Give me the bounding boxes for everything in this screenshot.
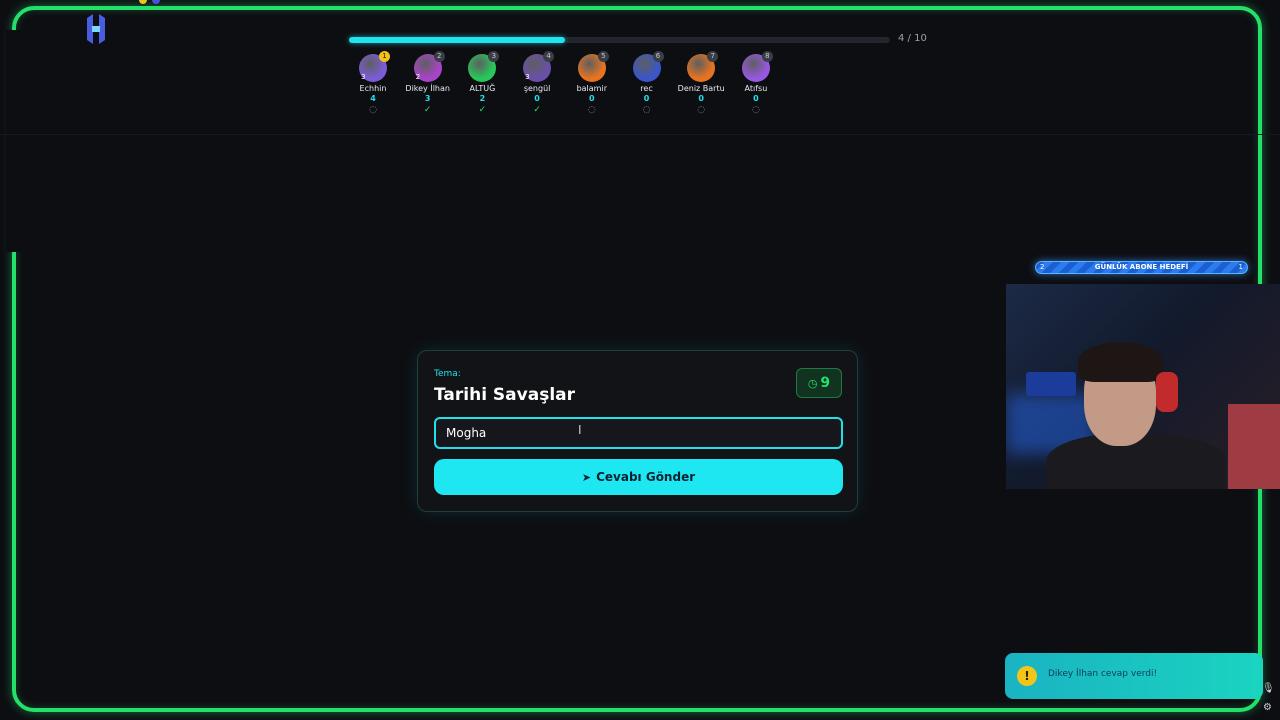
- notification-toast: ! Dikey İlhan cevap verdi!: [1005, 653, 1263, 699]
- rank-badge: 8: [761, 51, 773, 62]
- player-name: ALTUĞ: [469, 84, 496, 93]
- player-avatar: 43: [523, 51, 555, 82]
- goal-target: 1: [1238, 263, 1243, 271]
- player-score: 2: [479, 94, 486, 103]
- microphone-icon[interactable]: 🎙: [1262, 683, 1275, 694]
- player-score: 3: [424, 94, 431, 103]
- webcam-sign: [1026, 372, 1076, 396]
- player-list: 1 3 Echhin 4 ◌ 2 2 Dikey İlhan 3 ✓ 3 ALTUĞ 2 ✓ 4 3 şengü…: [345, 51, 785, 124]
- player-avatar: 8: [741, 51, 773, 82]
- player-avatar: 5: [577, 51, 609, 82]
- text-cursor-icon: I: [578, 423, 582, 437]
- rank-badge: 3: [488, 51, 500, 62]
- player-avatar: 3: [468, 51, 500, 82]
- player-score: 4: [370, 94, 376, 103]
- answer-input[interactable]: [434, 417, 843, 449]
- clock-icon: ◷: [807, 377, 818, 390]
- player-name: Deniz Bartu: [677, 84, 725, 93]
- loading-icon: ◌: [697, 105, 706, 115]
- submit-answer-button[interactable]: ➤ Cevabı Gönder: [434, 459, 843, 495]
- goal-label: GÜNLÜK ABONE HEDEFİ: [1094, 263, 1189, 271]
- submit-answer-label: Cevabı Gönder: [596, 470, 696, 484]
- streak-badge: 3: [525, 73, 530, 81]
- rank-badge: 6: [652, 51, 664, 62]
- player-card: 2 2 Dikey İlhan 3 ✓: [400, 51, 456, 117]
- player-card: 1 3 Echhin 4 ◌: [345, 51, 401, 117]
- player-card: 4 3 şengül 0 ✓: [509, 51, 565, 117]
- streak-badge: 2: [415, 73, 421, 81]
- player-name: Dikey İlhan: [405, 84, 450, 93]
- player-avatar: 6: [632, 51, 664, 82]
- theme-label: Tema:: [434, 369, 461, 379]
- player-name: rec: [640, 84, 653, 93]
- loading-icon: ◌: [369, 105, 377, 115]
- timer-badge: ◷ 9: [796, 368, 842, 398]
- player-avatar: 13: [359, 51, 390, 82]
- decor-dots: [139, 0, 160, 4]
- rank-badge: 7: [707, 51, 719, 62]
- check-icon: ✓: [423, 105, 432, 115]
- check-icon: ✓: [533, 105, 541, 115]
- alert-icon: !: [1017, 666, 1037, 686]
- rank-badge: 1: [379, 51, 390, 62]
- rank-badge: 5: [597, 51, 609, 62]
- subscriber-goal-bar: 2 GÜNLÜK ABONE HEDEFİ 1: [1035, 261, 1248, 274]
- theme-title: Tarihi Savaşlar: [434, 385, 576, 405]
- player-card: 3 ALTUĞ 2 ✓: [454, 51, 510, 117]
- player-name: Atıfsu: [744, 84, 768, 93]
- header-divider: [0, 134, 1280, 135]
- timer-value: 9: [820, 375, 831, 391]
- webcam-person-hair: [1078, 342, 1164, 382]
- player-card: 7 Deniz Bartu 0 ◌: [673, 51, 729, 117]
- player-name: Echhin: [359, 84, 387, 93]
- rank-badge: 2: [433, 51, 445, 62]
- headset: [1156, 372, 1178, 412]
- app-logo: [87, 14, 105, 44]
- player-card: 5 balamir 0 ◌: [564, 51, 620, 117]
- loading-icon: ◌: [642, 105, 651, 115]
- send-icon: ➤: [581, 471, 592, 484]
- player-score: 0: [698, 94, 704, 103]
- check-icon: ✓: [478, 105, 487, 115]
- question-card: Tema: Tarihi Savaşlar ◷9 I ➤ Cevabı Gönde…: [417, 350, 858, 512]
- player-score: 0: [643, 94, 650, 103]
- loading-icon: ◌: [587, 105, 596, 115]
- round-progress-bar: [349, 37, 890, 43]
- player-card: 8 Atıfsu 0 ◌: [728, 51, 784, 117]
- streak-badge: 3: [361, 73, 366, 81]
- loading-icon: ◌: [751, 105, 760, 115]
- webcam-background-right: [1228, 404, 1280, 489]
- gear-icon[interactable]: ⚙: [1263, 702, 1272, 713]
- player-score: 0: [753, 94, 759, 103]
- player-name: balamir: [576, 84, 607, 93]
- player-score: 0: [534, 94, 540, 103]
- player-avatar: 22: [413, 51, 445, 82]
- player-card: 6 rec 0 ◌: [619, 51, 675, 117]
- round-counter: 4 / 10: [898, 33, 927, 44]
- webcam-feed: [1006, 284, 1280, 489]
- round-progress-fill: [349, 37, 566, 43]
- player-avatar: 7: [687, 51, 719, 82]
- rank-badge: 4: [543, 51, 555, 62]
- player-score: 0: [589, 94, 595, 103]
- player-name: şengül: [523, 84, 551, 93]
- frame-gap: [6, 30, 22, 252]
- toast-message: Dikey İlhan cevap verdi!: [1048, 669, 1158, 679]
